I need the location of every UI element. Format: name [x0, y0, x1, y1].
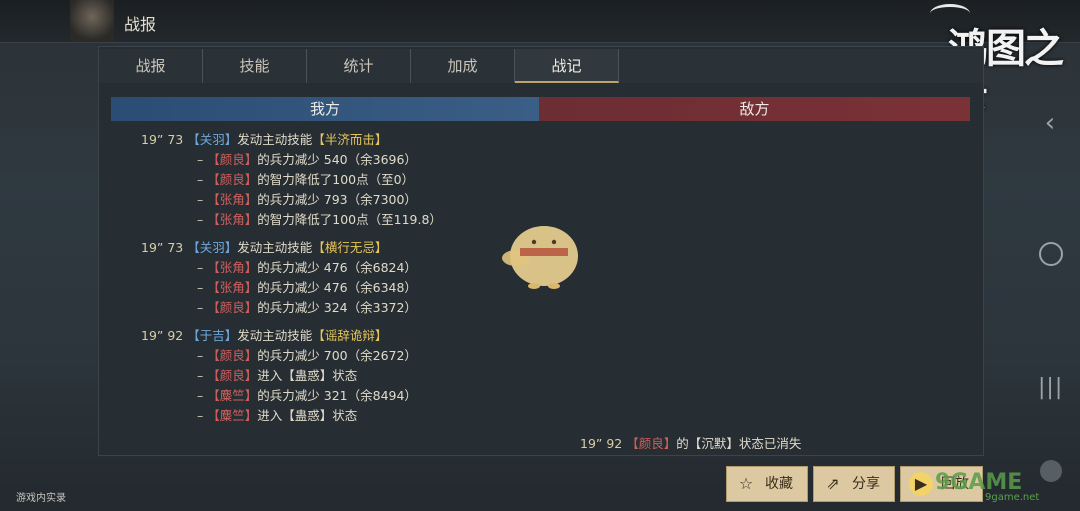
- target-name: 颜良: [219, 348, 245, 363]
- log-effect: – 【颜良】的兵力减少 324（余3372）: [197, 300, 417, 315]
- tab-report[interactable]: 战报: [99, 49, 203, 83]
- tab-skills[interactable]: 技能: [203, 49, 307, 83]
- enemy-log-event: 19” 92 【颜良】的【沉默】状态已消失: [580, 436, 802, 451]
- log-event: 19” 73 【关羽】发动主动技能【半济而击】: [141, 132, 388, 147]
- skill-name: 谣辞诡辩: [324, 328, 375, 343]
- target-name: 颜良: [219, 368, 245, 383]
- target-name: 张角: [219, 280, 245, 295]
- event-time: 19” 92: [580, 436, 623, 451]
- target-name: 麋竺: [219, 388, 245, 403]
- event-time: 19” 92: [141, 328, 184, 343]
- favorite-button[interactable]: ☆ 收藏: [726, 466, 808, 502]
- log-effect: – 【颜良】的兵力减少 700（余2672）: [197, 348, 417, 363]
- effect-text: 的兵力减少 540（余3696）: [257, 152, 417, 167]
- effect-text: 的智力降低了100点（至0）: [257, 172, 415, 187]
- tab-bar: 战报 技能 统计 加成 战记: [99, 49, 983, 83]
- target-name: 张角: [219, 212, 245, 227]
- event-action: 发动主动技能: [237, 132, 313, 147]
- log-effect: – 【麋竺】进入【蛊惑】状态: [197, 408, 358, 423]
- replay-icon: ▶: [909, 472, 933, 496]
- log-event: 19” 92 【于吉】发动主动技能【谣辞诡辩】: [141, 328, 388, 343]
- log-effect: – 【麋竺】的兵力减少 321（余8494）: [197, 388, 417, 403]
- effect-text: 进入【蛊惑】状态: [257, 408, 358, 423]
- tab-battle-log[interactable]: 战记: [515, 49, 619, 83]
- actor-name: 于吉: [199, 328, 225, 343]
- effect-text: 的兵力减少 476（余6348）: [257, 280, 417, 295]
- effect-text: 的智力降低了100点（至119.8）: [257, 212, 442, 227]
- home-icon[interactable]: [1039, 242, 1063, 266]
- target-name: 颜良: [219, 152, 245, 167]
- watermark-url: 9game.net: [985, 492, 1040, 503]
- share-button[interactable]: ⇗ 分享: [813, 466, 895, 502]
- target-name: 张角: [219, 192, 245, 207]
- effect-text: 的兵力减少 700（余2672）: [257, 348, 417, 363]
- top-bar: 战报: [0, 0, 1080, 43]
- log-effect: – 【颜良】的智力降低了100点（至0）: [197, 172, 415, 187]
- star-icon: ☆: [738, 474, 754, 493]
- share-icon: ⇗: [826, 474, 840, 493]
- effect-text: 的兵力减少 324（余3372）: [257, 300, 417, 315]
- target-name: 颜良: [219, 172, 245, 187]
- effect-text: 进入【蛊惑】状态: [257, 368, 358, 383]
- target-name: 颜良: [219, 300, 245, 315]
- status-name: 沉默: [701, 436, 727, 451]
- actor-name: 关羽: [199, 240, 225, 255]
- tab-bonus[interactable]: 加成: [411, 49, 515, 83]
- mascot-image: [502, 226, 578, 289]
- event-time: 19” 73: [141, 240, 184, 255]
- event-action: 发动主动技能: [237, 240, 313, 255]
- page-title: 战报: [124, 15, 157, 34]
- skill-name: 横行无忌: [324, 240, 375, 255]
- our-side-header: 我方: [111, 97, 539, 121]
- target-name: 颜良: [638, 436, 664, 451]
- assistant-ball-icon[interactable]: [1040, 460, 1062, 482]
- back-icon[interactable]: ‹: [1038, 108, 1062, 138]
- footer-note: 游戏内实录: [16, 493, 66, 504]
- log-effect: – 【张角】的兵力减少 793（余7300）: [197, 192, 417, 207]
- event-time: 19” 73: [141, 132, 184, 147]
- effect-text: 的兵力减少 793（余7300）: [257, 192, 417, 207]
- effect-text: 的兵力减少 321（余8494）: [257, 388, 417, 403]
- skill-name: 半济而击: [324, 132, 375, 147]
- target-name: 张角: [219, 260, 245, 275]
- event-action: 发动主动技能: [237, 328, 313, 343]
- enemy-side-header: 敌方: [539, 97, 970, 121]
- effect-text: 的兵力减少 476（余6824）: [257, 260, 417, 275]
- target-name: 麋竺: [219, 408, 245, 423]
- recent-apps-icon[interactable]: |||: [1038, 375, 1062, 400]
- tab-stats[interactable]: 统计: [307, 49, 411, 83]
- log-effect: – 【颜良】进入【蛊惑】状态: [197, 368, 358, 383]
- commander-portrait: [70, 0, 114, 42]
- actor-name: 关羽: [199, 132, 225, 147]
- log-effect: – 【颜良】的兵力减少 540（余3696）: [197, 152, 417, 167]
